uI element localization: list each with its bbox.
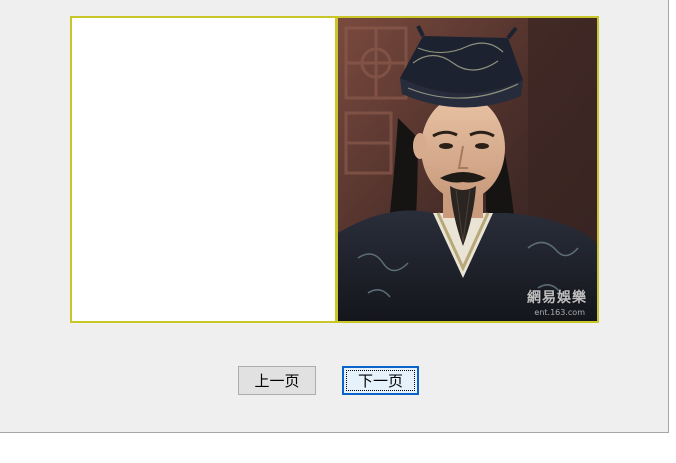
left-page-blank: [72, 18, 335, 321]
right-page-photo: 網易娛樂 ent.163.com: [338, 18, 597, 321]
photo-watermark-sub: ent.163.com: [534, 308, 585, 317]
app-window: 網易娛樂 ent.163.com 上一页 下一页: [0, 0, 669, 433]
costume-portrait-photo: [338, 18, 597, 321]
next-page-button[interactable]: 下一页: [342, 366, 419, 395]
previous-page-button[interactable]: 上一页: [238, 366, 316, 395]
photo-watermark: 網易娛樂: [527, 290, 587, 306]
previous-page-label: 上一页: [254, 372, 300, 390]
image-viewer-panel: 網易娛樂 ent.163.com: [70, 16, 599, 323]
next-page-label: 下一页: [357, 372, 403, 390]
